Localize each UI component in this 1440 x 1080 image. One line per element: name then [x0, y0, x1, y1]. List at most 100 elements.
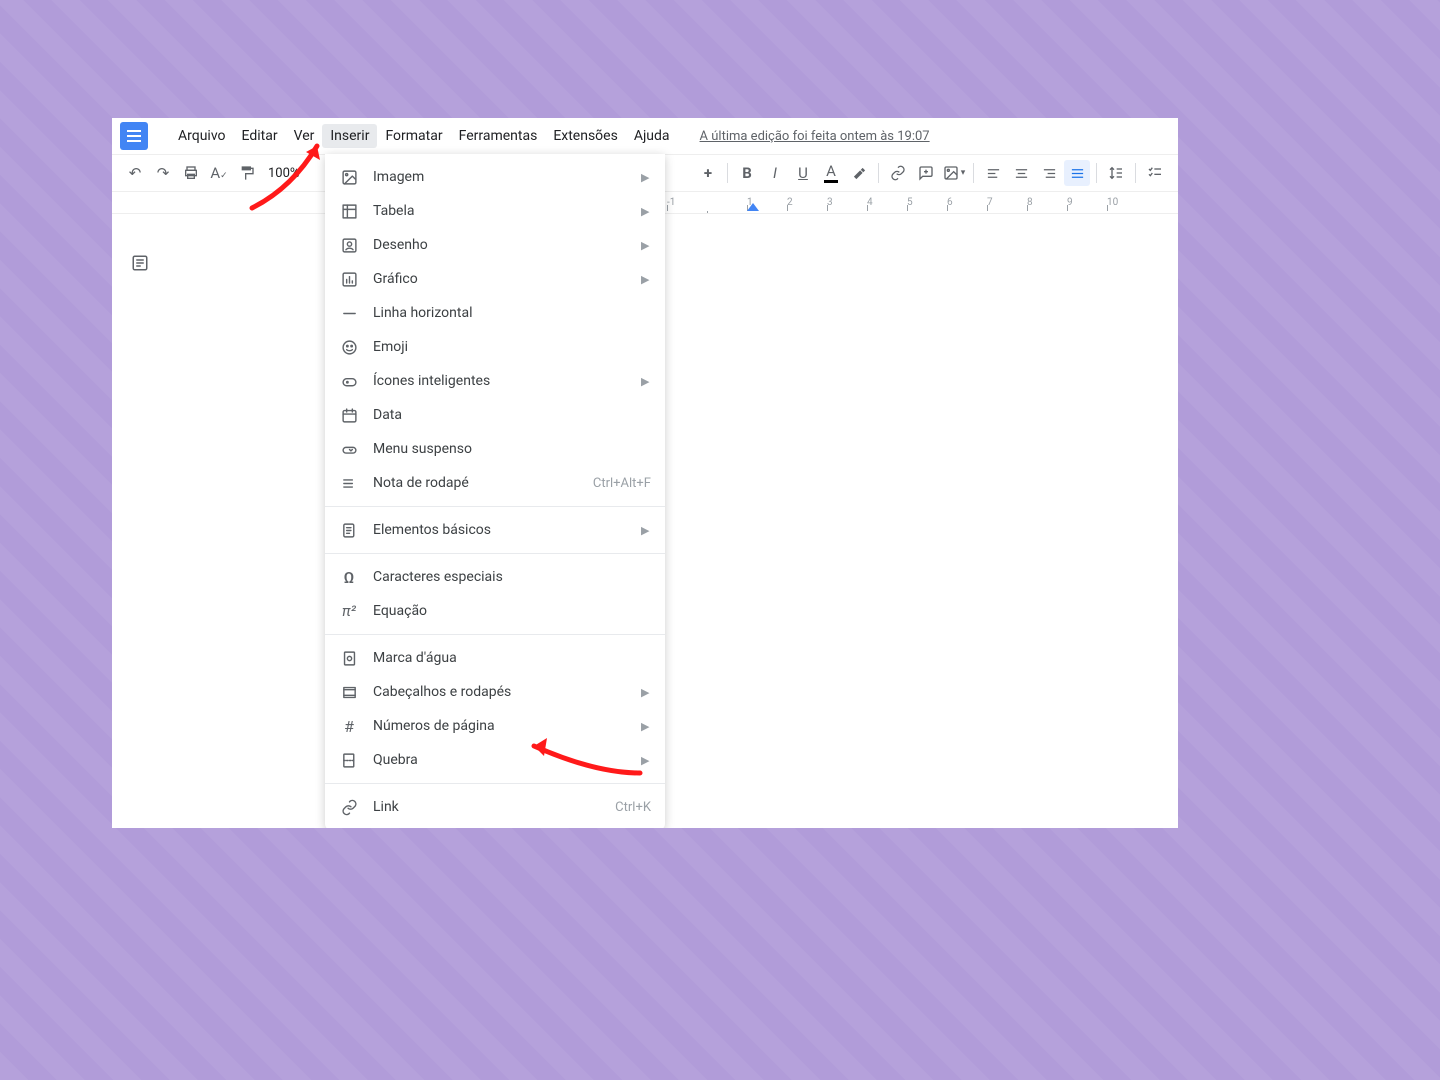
menu-item-tabela[interactable]: Tabela ▶: [325, 194, 665, 228]
submenu-arrow-icon: ▶: [641, 273, 651, 286]
menu-item-link[interactable]: LinkCtrl+K: [325, 790, 665, 824]
submenu-arrow-icon: ▶: [641, 754, 651, 767]
menu-item-emoji[interactable]: Emoji: [325, 330, 665, 364]
submenu-arrow-icon: ▶: [641, 171, 651, 184]
menu-item-imagem[interactable]: Imagem ▶: [325, 160, 665, 194]
menu-item-label: Elementos básicos: [373, 522, 627, 538]
menu-item-label: Linha horizontal: [373, 305, 651, 321]
date-icon: [339, 407, 359, 424]
menu-ajuda[interactable]: Ajuda: [626, 124, 678, 148]
menu-item-label: Equação: [373, 603, 651, 619]
menu-item-label: Marca d'água: [373, 650, 651, 666]
menu-item-caracteres-especiais[interactable]: Ω Caracteres especiais: [325, 560, 665, 594]
text-color-button[interactable]: A: [818, 160, 844, 186]
highlight-button[interactable]: [846, 160, 872, 186]
watermark-icon: [339, 650, 359, 667]
chart-icon: [339, 271, 359, 288]
menu-arquivo[interactable]: Arquivo: [170, 124, 234, 148]
menu-item-equa-o[interactable]: π² Equação: [325, 594, 665, 628]
link-icon: [339, 799, 359, 816]
menu-item-label: Menu suspenso: [373, 441, 651, 457]
menu-item-label: Números de página: [373, 718, 627, 734]
menu-item-label: Data: [373, 407, 651, 423]
menu-item-quebra[interactable]: Quebra▶: [325, 743, 665, 777]
menu-item-desenho[interactable]: Desenho ▶: [325, 228, 665, 262]
zoom-select[interactable]: 100%: [262, 166, 305, 181]
menu-item-label: Cabeçalhos e rodapés: [373, 684, 627, 700]
submenu-arrow-icon: ▶: [641, 720, 651, 733]
paint-format-button[interactable]: [234, 160, 260, 186]
spellcheck-button[interactable]: A✓: [206, 160, 232, 186]
menu-item-label: Tabela: [373, 203, 627, 219]
menu-item-marca-d-gua[interactable]: Marca d'água: [325, 641, 665, 675]
smart-icon: [339, 373, 359, 390]
app-window: ArquivoEditarVerInserirFormatarFerrament…: [112, 118, 1178, 828]
menu-item-label: Nota de rodapé: [373, 475, 579, 491]
break-icon: [339, 752, 359, 769]
menu-item-linha-horizontal[interactable]: Linha horizontal: [325, 296, 665, 330]
menu-item-label: Caracteres especiais: [373, 569, 651, 585]
docs-logo-icon[interactable]: [120, 122, 148, 150]
align-right-button[interactable]: [1036, 160, 1062, 186]
menu-item--cones-inteligentes[interactable]: Ícones inteligentes ▶: [325, 364, 665, 398]
ruler-indent-marker[interactable]: [747, 203, 759, 211]
drawing-icon: [339, 237, 359, 254]
top-bar: ArquivoEditarVerInserirFormatarFerrament…: [112, 118, 1178, 154]
menu-item-label: Imagem: [373, 169, 627, 185]
menu-item-gr-fico[interactable]: Gráfico ▶: [325, 262, 665, 296]
image-icon: [339, 169, 359, 186]
insert-link-button[interactable]: [885, 160, 911, 186]
line-spacing-button[interactable]: [1103, 160, 1129, 186]
menu-extensões[interactable]: Extensões: [545, 124, 626, 148]
headers-icon: [339, 684, 359, 701]
menu-inserir[interactable]: Inserir: [322, 124, 377, 148]
submenu-arrow-icon: ▶: [641, 375, 651, 388]
menu-ver[interactable]: Ver: [286, 124, 323, 148]
last-edit-link[interactable]: A última edição foi feita ontem às 19:07: [700, 129, 930, 144]
insert-image-button[interactable]: ▾: [941, 160, 967, 186]
align-center-button[interactable]: [1008, 160, 1034, 186]
print-button[interactable]: [178, 160, 204, 186]
menu-item-elementos-b-sicos[interactable]: Elementos básicos ▶: [325, 513, 665, 547]
submenu-arrow-icon: ▶: [641, 524, 651, 537]
menu-item-label: Ícones inteligentes: [373, 373, 627, 389]
submenu-arrow-icon: ▶: [641, 239, 651, 252]
checklist-button[interactable]: [1142, 160, 1168, 186]
menu-item-n-meros-de-p-gina[interactable]: # Números de página ▶: [325, 709, 665, 743]
menu-item-label: Emoji: [373, 339, 651, 355]
submenu-arrow-icon: ▶: [641, 686, 651, 699]
footnote-icon: [339, 475, 359, 492]
dropdown-icon: [339, 441, 359, 458]
document-page[interactable]: [167, 214, 1178, 828]
menu-item-nota-de-rodap-[interactable]: Nota de rodapéCtrl+Alt+F: [325, 466, 665, 500]
omega-icon: Ω: [339, 568, 359, 587]
hr-icon: [339, 305, 359, 322]
underline-button[interactable]: U: [790, 160, 816, 186]
menu-item-menu-suspenso[interactable]: Menu suspenso: [325, 432, 665, 466]
increase-indent-button[interactable]: +: [695, 160, 721, 186]
menu-item-label: Desenho: [373, 237, 627, 253]
menu-item-label: Gráfico: [373, 271, 627, 287]
menu-item-label: Link: [373, 799, 601, 815]
insert-menu-dropdown: Imagem ▶ Tabela ▶ Desenho ▶ Gráfico ▶ Linha hori…: [325, 154, 665, 828]
submenu-arrow-icon: ▶: [641, 205, 651, 218]
table-icon: [339, 203, 359, 220]
blocks-icon: [339, 522, 359, 539]
italic-button[interactable]: I: [762, 160, 788, 186]
menu-bar: ArquivoEditarVerInserirFormatarFerrament…: [170, 124, 678, 148]
menu-ferramentas[interactable]: Ferramentas: [451, 124, 546, 148]
emoji-icon: [339, 339, 359, 356]
hash-icon: #: [339, 717, 359, 736]
menu-item-cabe-alhos-e-rodap-s[interactable]: Cabeçalhos e rodapés ▶: [325, 675, 665, 709]
pi-icon: π²: [339, 602, 359, 620]
align-left-button[interactable]: [980, 160, 1006, 186]
menu-editar[interactable]: Editar: [234, 124, 286, 148]
redo-button[interactable]: ↷: [150, 160, 176, 186]
menu-item-data[interactable]: Data: [325, 398, 665, 432]
undo-button[interactable]: ↶: [122, 160, 148, 186]
menu-formatar[interactable]: Formatar: [377, 124, 450, 148]
add-comment-button[interactable]: [913, 160, 939, 186]
bold-button[interactable]: B: [734, 160, 760, 186]
align-justify-button[interactable]: [1064, 160, 1090, 186]
document-outline-icon[interactable]: [131, 254, 149, 272]
